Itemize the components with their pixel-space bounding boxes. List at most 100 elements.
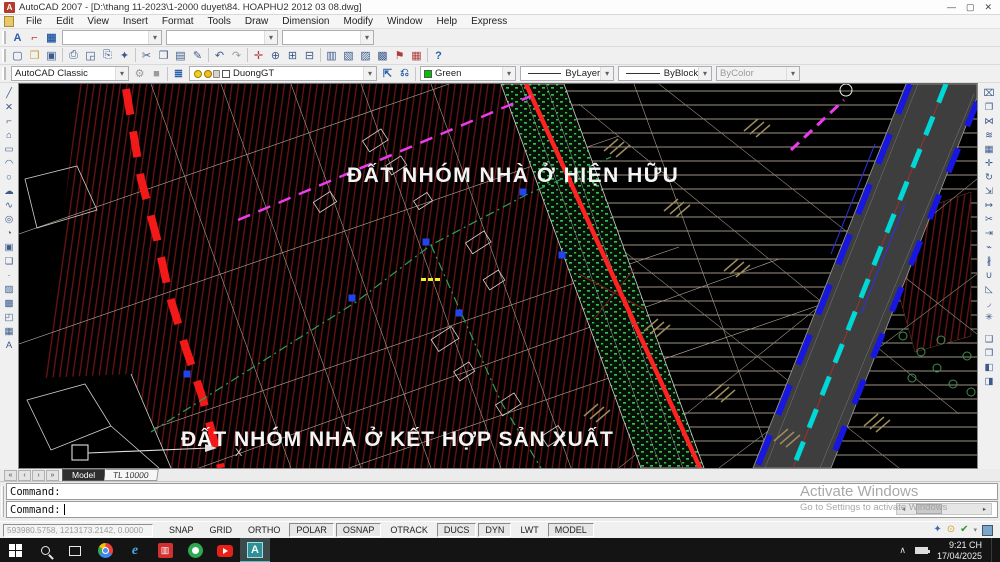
toggle-dyn[interactable]: DYN (478, 523, 511, 537)
minimize-button[interactable]: — (947, 2, 956, 13)
scrollbar-thumb[interactable] (916, 504, 942, 514)
command-input[interactable]: Command: (6, 501, 998, 518)
send-to-back-button[interactable]: ❒ (981, 346, 997, 360)
battery-icon[interactable] (915, 547, 928, 554)
toggle-osnap[interactable]: OSNAP (336, 523, 382, 537)
scroll-right-icon[interactable]: ▸ (978, 504, 991, 514)
workspace-settings-button[interactable]: ⚙ (131, 66, 148, 82)
tray-chevron-icon[interactable]: ∧ (899, 545, 906, 556)
close-button[interactable]: ✕ (984, 2, 992, 13)
menu-view[interactable]: View (80, 16, 116, 27)
send-under-button[interactable]: ◨ (981, 374, 997, 388)
tab-first-button[interactable]: « (4, 470, 17, 481)
erase-button[interactable]: ⌧ (981, 86, 997, 100)
fillet-button[interactable]: ◞ (981, 296, 997, 310)
menu-dimension[interactable]: Dimension (275, 16, 336, 27)
tab-tl-10000[interactable]: TL 10000 (104, 469, 158, 481)
menu-insert[interactable]: Insert (116, 16, 155, 27)
join-button[interactable]: ∪ (981, 268, 997, 282)
table-style-button[interactable]: ▦ (43, 30, 60, 46)
table-button[interactable]: ▦ (1, 324, 17, 338)
hatch-button[interactable]: ▨ (1, 282, 17, 296)
chevron-down-icon[interactable]: ▾ (115, 67, 128, 80)
toggle-otrack[interactable]: OTRACK (383, 523, 435, 537)
copy-button[interactable]: ❐ (155, 48, 172, 64)
make-block-button[interactable]: ❏ (1, 254, 17, 268)
point-button[interactable]: ∙ (1, 268, 17, 282)
workspace-combo[interactable]: AutoCAD Classic ▾ (11, 66, 129, 81)
pan-button[interactable]: ✛ (250, 48, 267, 64)
menu-tools[interactable]: Tools (201, 16, 238, 27)
toggle-grid[interactable]: GRID (203, 523, 240, 537)
table-style-combo[interactable]: ▾ (282, 30, 374, 45)
bring-to-front-button[interactable]: ❑ (981, 332, 997, 346)
toolbar-grip[interactable] (2, 67, 6, 80)
region-button[interactable]: ◰ (1, 310, 17, 324)
tab-next-button[interactable]: › (32, 470, 45, 481)
line-button[interactable]: ╱ (1, 86, 17, 100)
move-button[interactable]: ✛ (981, 156, 997, 170)
chevron-down-icon[interactable]: ▾ (600, 67, 613, 80)
new-button[interactable]: ▢ (9, 48, 26, 64)
lineweight-combo[interactable]: ByBlock ▾ (618, 66, 712, 81)
insert-block-button[interactable]: ▣ (1, 240, 17, 254)
layer-previous-button[interactable]: ⎌ (396, 66, 413, 82)
mirror-button[interactable]: ⋈ (981, 114, 997, 128)
chevron-down-icon[interactable]: ▾ (698, 67, 711, 80)
chevron-down-icon[interactable]: ▾ (264, 31, 277, 44)
task-view-button[interactable] (60, 538, 90, 562)
zoom-previous-button[interactable]: ⊟ (301, 48, 318, 64)
dim-style-button[interactable]: ⌐ (26, 30, 43, 46)
mtext-button[interactable]: A (1, 338, 17, 352)
help-button[interactable]: ? (430, 48, 447, 64)
tab-last-button[interactable]: » (46, 470, 59, 481)
polygon-button[interactable]: ⌂ (1, 128, 17, 142)
my-workspace-button[interactable]: ■ (148, 66, 165, 82)
explode-button[interactable]: ✳ (981, 310, 997, 324)
scroll-left-icon[interactable]: ◂ (897, 504, 910, 514)
break-button[interactable]: ∦ (981, 254, 997, 268)
color-combo[interactable]: Green ▾ (420, 66, 516, 81)
menu-help[interactable]: Help (430, 16, 465, 27)
tool-palettes-button[interactable]: ▨ (357, 48, 374, 64)
command-splitter[interactable] (1, 486, 4, 517)
plot-button[interactable]: ⎙ (65, 48, 82, 64)
tray-expand-icon[interactable]: ▾ (973, 527, 977, 534)
circle-button[interactable]: ○ (1, 170, 17, 184)
toolbar-lock-icon[interactable]: ⊙ (947, 525, 955, 535)
rotate-button[interactable]: ↻ (981, 170, 997, 184)
save-button[interactable]: ▣ (43, 48, 60, 64)
tab-prev-button[interactable]: ‹ (18, 470, 31, 481)
menu-window[interactable]: Window (380, 16, 430, 27)
command-history[interactable]: Command: (6, 483, 998, 500)
offset-button[interactable]: ≋ (981, 128, 997, 142)
ellipse-button[interactable]: ◎ (1, 212, 17, 226)
communication-center-icon[interactable]: ✦ (933, 525, 941, 535)
tab-model[interactable]: Model (62, 469, 105, 481)
markup-button[interactable]: ⚑ (391, 48, 408, 64)
redo-button[interactable]: ↷ (228, 48, 245, 64)
extend-button[interactable]: ⇥ (981, 226, 997, 240)
plot-preview-button[interactable]: ◲ (82, 48, 99, 64)
toggle-polar[interactable]: POLAR (289, 523, 334, 537)
rectangle-button[interactable]: ▭ (1, 142, 17, 156)
chevron-down-icon[interactable]: ▾ (502, 67, 515, 80)
construction-line-button[interactable]: ✕ (1, 100, 17, 114)
array-button[interactable]: ▦ (981, 142, 997, 156)
menu-express[interactable]: Express (464, 16, 514, 27)
break-at-point-button[interactable]: ⌁ (981, 240, 997, 254)
bring-above-button[interactable]: ◧ (981, 360, 997, 374)
match-properties-button[interactable]: ✎ (189, 48, 206, 64)
ellipse-arc-button[interactable]: ◔ (1, 226, 17, 240)
trim-button[interactable]: ✂ (981, 212, 997, 226)
coccoc-taskbar-button[interactable] (180, 538, 210, 562)
youtube-taskbar-button[interactable] (210, 538, 240, 562)
menu-format[interactable]: Format (155, 16, 201, 27)
chevron-down-icon[interactable]: ▾ (363, 67, 376, 80)
make-object-layer-current-button[interactable]: ⇱ (379, 66, 396, 82)
clean-screen-button[interactable] (982, 525, 993, 536)
gradient-button[interactable]: ▩ (1, 296, 17, 310)
standards-check-icon[interactable]: ✔ (960, 525, 968, 535)
chamfer-button[interactable]: ◺ (981, 282, 997, 296)
stretch-button[interactable]: ↦ (981, 198, 997, 212)
